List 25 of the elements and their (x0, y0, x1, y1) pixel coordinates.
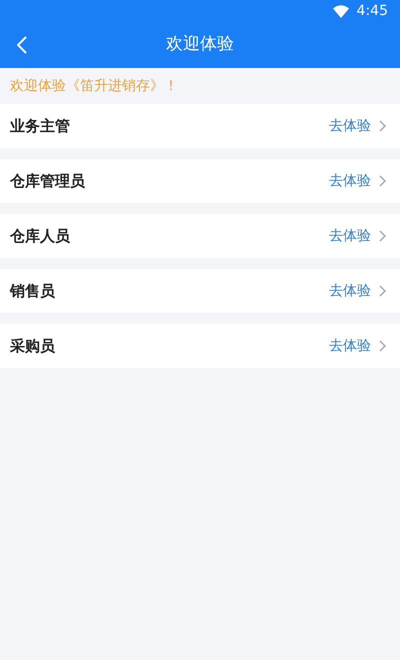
role-row[interactable]: 销售员 去体验 (0, 269, 400, 313)
role-name: 销售员 (10, 280, 55, 302)
back-icon (17, 36, 27, 54)
role-name: 采购员 (10, 336, 55, 357)
try-link[interactable]: 去体验 (329, 170, 371, 192)
role-row[interactable]: 采购员 去体验 (0, 324, 400, 368)
wifi-icon (332, 4, 349, 18)
status-time: 4:45 (356, 2, 388, 20)
window-title: 欢迎体验 (166, 33, 234, 56)
try-link[interactable]: 去体验 (329, 226, 371, 246)
try-link[interactable]: 去体验 (329, 116, 371, 136)
role-name: 仓库管理员 (10, 170, 85, 192)
chevron-right-icon (379, 175, 386, 187)
chevron-right-icon (379, 120, 386, 132)
role-row[interactable]: 仓库人员 去体验 (0, 214, 400, 258)
role-name: 仓库人员 (10, 226, 70, 247)
try-link[interactable]: 去体验 (329, 336, 371, 356)
role-name: 业务主管 (10, 116, 70, 137)
try-link[interactable]: 去体验 (329, 280, 371, 302)
welcome-notice: 欢迎体验《笛升进销存》！ (10, 76, 178, 96)
chevron-right-icon (379, 230, 386, 242)
chevron-right-icon (379, 340, 386, 352)
chevron-right-icon (379, 285, 386, 297)
role-row[interactable]: 仓库管理员 去体验 (0, 159, 400, 203)
role-row[interactable]: 业务主管 去体验 (0, 104, 400, 148)
